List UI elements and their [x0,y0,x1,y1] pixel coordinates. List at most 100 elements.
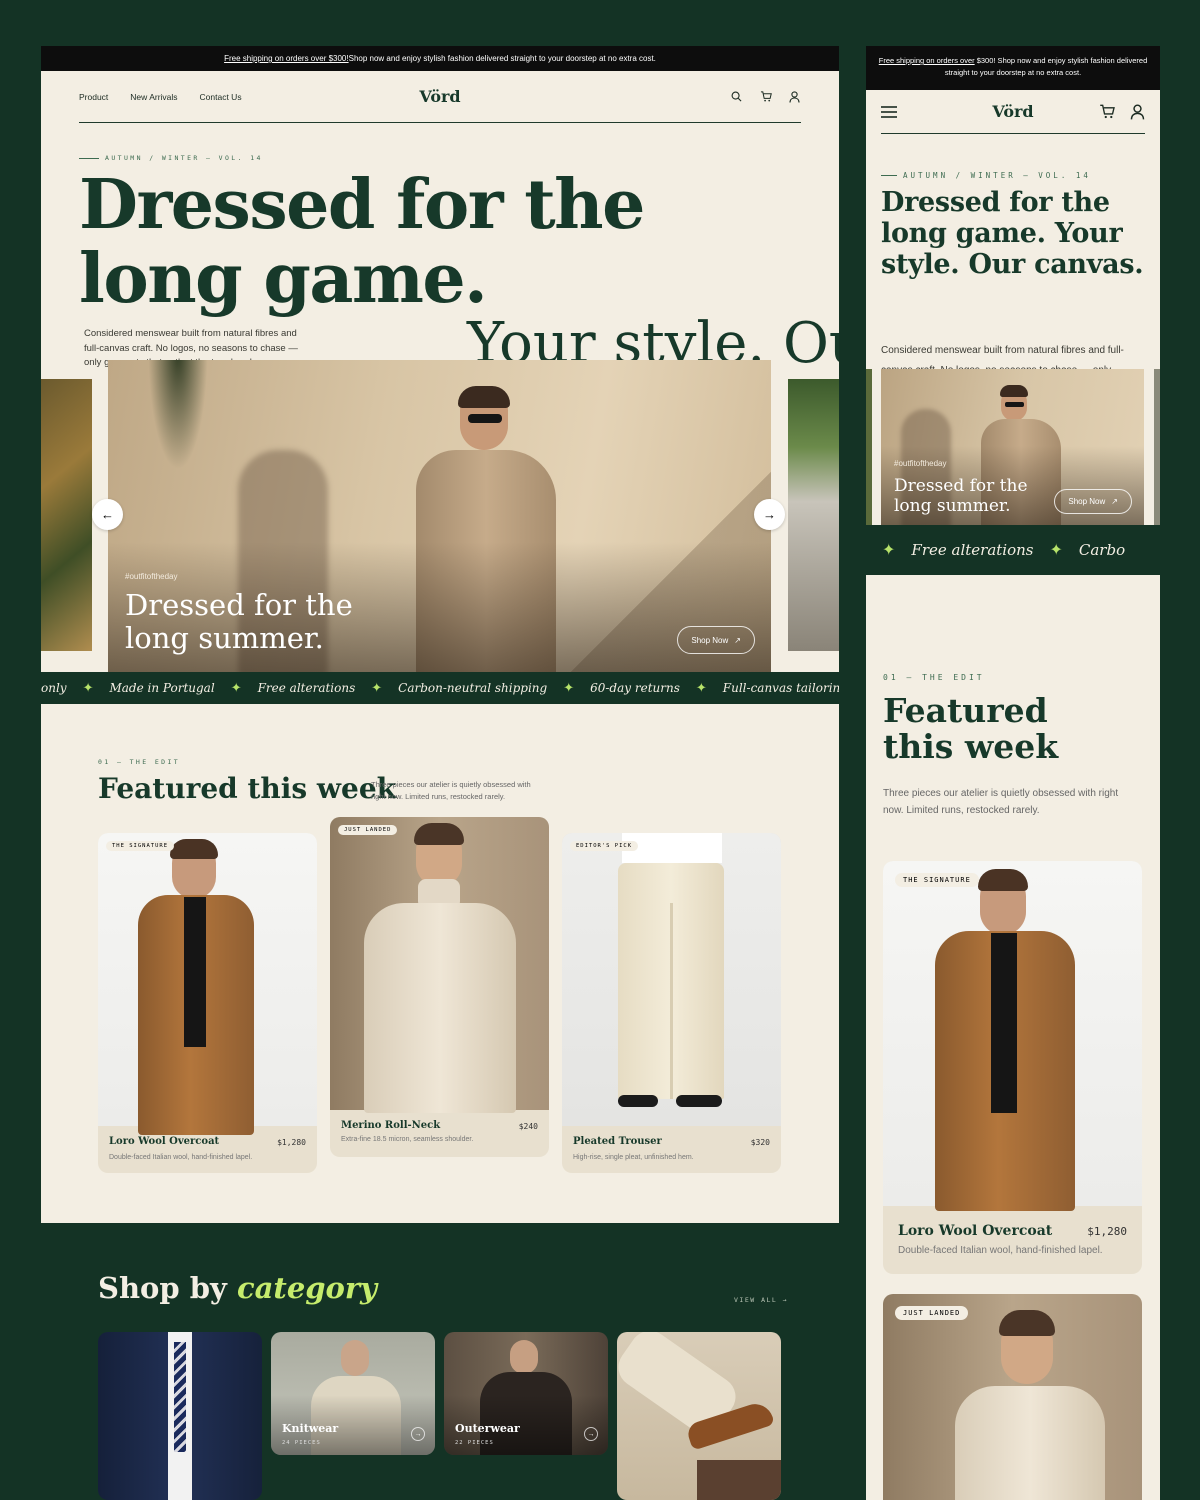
view-all-link[interactable]: VIEW ALL → [734,1296,788,1304]
sparkle-icon: ✦ [695,680,707,695]
search-icon[interactable] [730,90,743,103]
main-nav: Product New Arrivals Contact Us Vörd [79,71,801,123]
shop-now-button[interactable]: Shop Now ↗ [677,626,755,654]
sparkle-icon: ✦ [1049,542,1063,559]
sparkle-icon: ✦ [563,680,575,695]
sparkle-icon: ✦ [371,680,383,695]
product-card-overcoat[interactable]: THE SIGNATURE Loro Wool Overcoat $1,280 … [883,861,1142,1274]
marquee-item: Made in Portugal [109,681,215,695]
benefits-marquee: ✦ Free alterations ✦ Carbo [866,525,1160,575]
marquee-item: Carbo [1078,541,1126,559]
category-card-knitwear[interactable]: Knitwear 24 PIECES → [271,1332,435,1455]
hero-eyebrow-text: AUTUMN / WINTER — VOL. 14 [903,171,1091,180]
menu-icon[interactable] [881,105,897,118]
product-price: $240 [518,1122,538,1131]
carousel-next-button[interactable]: → [754,499,785,530]
product-card-overcoat[interactable]: THE SIGNATURE Loro Wool Overcoat $1,280 … [98,833,317,1173]
slide-hashtag: #outfitoftheday [894,459,947,468]
sparkle-icon: ✦ [230,680,242,695]
sparkle-icon: ✦ [882,542,896,559]
hero-slide-image: #outfitoftheday Dressed for the long sum… [881,369,1144,526]
hero-title: Dressed for the long game. Your style. O… [881,187,1144,280]
product-card-rollneck[interactable]: JUST LANDED [883,1294,1142,1500]
product-card-rollneck[interactable]: JUST LANDED Merino Roll-Neck $240 Extra-… [330,817,549,1157]
arrow-right-icon[interactable]: → [584,1427,598,1441]
brand-logo[interactable]: Vörd [419,87,460,106]
hero-eyebrow-text: AUTUMN / WINTER — VOL. 14 [105,154,263,162]
product-name: Loro Wool Overcoat [109,1136,220,1147]
nav-link-product[interactable]: Product [79,92,108,102]
hero-slide-image: #outfitoftheday Dressed for the long sum… [108,360,771,672]
arrow-up-right-icon: ↗ [1111,497,1118,506]
carousel-prev-slide [41,379,92,651]
featured-description: Three pieces our atelier is quietly obse… [883,788,1119,816]
category-count: 24 PIECES [282,1440,321,1446]
cart-icon[interactable] [759,90,772,103]
announcement-bar: Free shipping on orders over $300! Shop … [41,46,839,71]
hero-title: Dressed for the long game. [79,165,645,319]
category-card-outerwear[interactable]: Outerwear 22 PIECES → [444,1332,608,1455]
announcement-link[interactable]: Free shipping on orders over [879,56,975,65]
marquee-item: Full-canvas tailoring [722,681,839,695]
mobile-featured-section: 01 — THE EDIT Featured this week Three p… [866,575,1160,1500]
category-label: Outerwear [455,1422,520,1435]
nav-link-contact[interactable]: Contact Us [200,92,242,102]
product-price: $1,280 [1087,1225,1127,1238]
shop-now-label: Shop Now [691,635,729,645]
featured-description: Three pieces our atelier is quietly obse… [371,780,531,801]
product-price: $320 [750,1138,770,1147]
mobile-hero-section: Vörd AUTUMN / WINTER — VOL. 14 Dressed f… [866,90,1160,526]
mobile-nav: Vörd [881,90,1145,134]
featured-eyebrow: 01 — THE EDIT [883,673,985,682]
announcement-bar: Free shipping on orders over $300! Shop … [866,46,1160,90]
featured-title: Featured this week [98,772,397,805]
arrow-right-icon[interactable]: → [411,1427,425,1441]
slide-caption: Dressed for the long summer. [125,588,353,655]
product-image [98,833,317,1135]
category-card-suits[interactable] [98,1332,262,1500]
product-description: Double-faced Italian wool, hand-finished… [109,1154,253,1161]
category-title: Shop by category [98,1271,377,1305]
category-label: Knitwear [282,1422,339,1435]
carousel-next-slide [788,379,839,651]
featured-title: Featured this week [883,691,1059,766]
user-icon[interactable] [1129,103,1145,120]
marquee-item: Free alterations [257,681,356,695]
product-card-trouser[interactable]: EDITOR'S PICK Pleated Trouser $320 High-… [562,833,781,1173]
product-name: Loro Wool Overcoat [898,1223,1053,1239]
arrow-right-icon: → [763,507,776,522]
slide-caption: Dressed for the long summer. [894,476,1028,516]
product-price: $1,280 [277,1138,306,1147]
carousel-prev-button[interactable]: ← [92,499,123,530]
product-description: High-rise, single pleat, unfinished hem. [573,1154,694,1161]
featured-eyebrow: 01 — THE EDIT [98,758,181,766]
product-image [883,861,1142,1211]
category-title-a: Shop by [98,1271,237,1305]
nav-link-new-arrivals[interactable]: New Arrivals [130,92,177,102]
announcement-text: $300! Shop now and enjoy stylish fashion… [944,56,1148,77]
product-name: Pleated Trouser [573,1136,662,1147]
mobile-page: Free shipping on orders over $300! Shop … [866,46,1160,1500]
product-image [330,817,549,1113]
category-count: 22 PIECES [455,1440,494,1446]
sparkle-icon: ✦ [82,680,94,695]
product-badge: EDITOR'S PICK [570,841,639,851]
arrow-left-icon: ← [101,507,114,522]
product-badge: THE SIGNATURE [106,841,175,851]
product-badge: JUST LANDED [338,825,398,835]
cart-icon[interactable] [1099,104,1115,120]
brand-logo[interactable]: Vörd [992,102,1033,121]
marquee-item: only [41,681,67,695]
category-card-shoes[interactable] [617,1332,781,1500]
benefits-marquee: only ✦ Made in Portugal ✦ Free alterations… [41,672,839,704]
announcement-link[interactable]: Free shipping on orders over $300! [224,54,349,63]
desktop-page: Free shipping on orders over $300! Shop … [41,46,839,1223]
product-name: Merino Roll-Neck [341,1120,441,1131]
arrow-up-right-icon: ↗ [734,635,741,645]
product-image [562,833,781,1126]
shop-now-button[interactable]: Shop Now ↗ [1054,489,1132,514]
product-description: Double-faced Italian wool, hand-finished… [898,1245,1103,1256]
shop-now-label: Shop Now [1068,497,1106,506]
user-icon[interactable] [788,90,801,103]
category-title-accent: category [236,1271,378,1305]
